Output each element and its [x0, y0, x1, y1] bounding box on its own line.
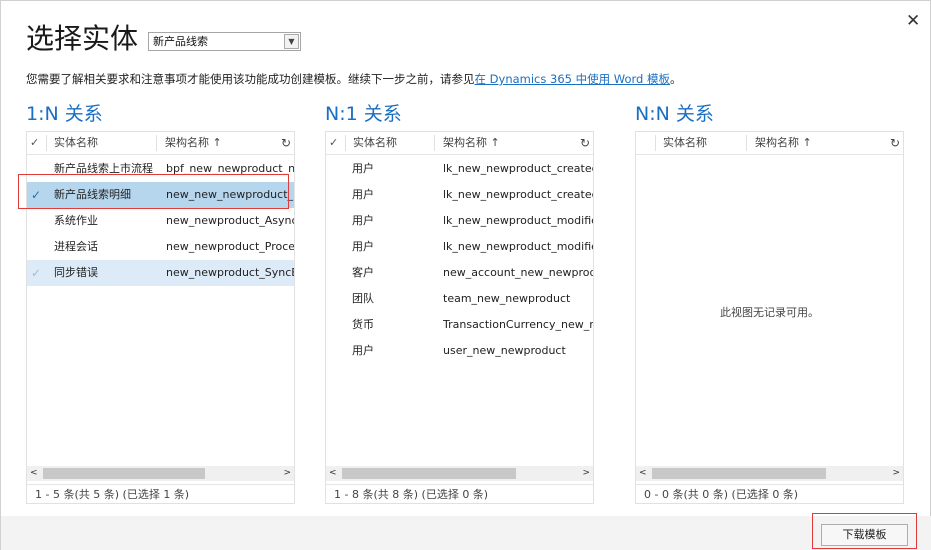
- table-row[interactable]: 用户 lk_new_newproduct_createdby: [326, 156, 593, 182]
- n-to-one-grid: ✓ 实体名称 架构名称 ↑ ↻ 用户 lk_new_newproduct_crea…: [325, 131, 594, 504]
- column-separator: [345, 135, 346, 151]
- cell-schema-name: lk_new_newproduct_createdonbe...: [443, 188, 593, 201]
- cell-schema-name: lk_new_newproduct_createdby: [443, 162, 593, 175]
- grid-header: 实体名称 架构名称 ↑ ↻: [636, 132, 903, 155]
- page-title: 选择实体: [26, 22, 139, 55]
- column-separator: [655, 135, 656, 151]
- refresh-icon[interactable]: ↻: [890, 136, 900, 150]
- cell-entity-name: 同步错误: [54, 266, 98, 279]
- table-row[interactable]: 团队 team_new_newproduct: [326, 286, 593, 312]
- cell-entity-name: 用户: [352, 162, 374, 175]
- empty-view-message: 此视图无记录可用。: [720, 306, 819, 319]
- cell-entity-name: 系统作业: [54, 214, 98, 227]
- entity-dropdown[interactable]: 新产品线索 ▼: [148, 32, 301, 51]
- column-header-entity-name[interactable]: 实体名称: [54, 136, 98, 150]
- entity-dropdown-value: 新产品线索: [153, 35, 208, 48]
- cell-schema-name: new_newproduct_AsyncOp: [166, 214, 294, 227]
- cell-schema-name: new_new_newproduct_new: [166, 188, 294, 201]
- column-separator: [434, 135, 435, 151]
- table-row[interactable]: 系统作业 new_newproduct_AsyncOp: [27, 208, 294, 234]
- cell-entity-name: 用户: [352, 214, 374, 227]
- cell-entity-name: 新产品线索上市流程: [54, 162, 153, 175]
- horizontal-scrollbar[interactable]: < >: [326, 466, 593, 481]
- scrollbar-thumb[interactable]: [43, 468, 205, 479]
- column-separator: [746, 135, 747, 151]
- one-to-n-rows: 新产品线索上市流程 bpf_new_newproduct_new_ ✓ 新产品线索明细…: [27, 156, 294, 286]
- table-row[interactable]: ✓ 新产品线索明细 new_new_newproduct_new: [27, 182, 294, 208]
- cell-entity-name: 货币: [352, 318, 374, 331]
- select-all-checkbox[interactable]: ✓: [329, 136, 338, 149]
- cell-schema-name: team_new_newproduct: [443, 292, 571, 305]
- scroll-left-icon[interactable]: <: [639, 466, 647, 481]
- grid-header: ✓ 实体名称 架构名称 ↑ ↻: [326, 132, 593, 155]
- column-header-schema-name[interactable]: 架构名称 ↑: [443, 136, 500, 150]
- cell-schema-name: bpf_new_newproduct_new_: [166, 162, 294, 175]
- record-count: 1 - 8 条(共 8 条) (已选择 0 条): [326, 484, 593, 504]
- table-row[interactable]: 货币 TransactionCurrency_new_newpr...: [326, 312, 593, 338]
- chevron-down-icon[interactable]: ▼: [284, 34, 299, 49]
- horizontal-scrollbar[interactable]: < >: [27, 466, 294, 481]
- n-to-n-grid: 实体名称 架构名称 ↑ ↻ 此视图无记录可用。 < > 0 - 0 条(共 0 …: [635, 131, 904, 504]
- table-row[interactable]: 进程会话 new_newproduct_ProcessSe: [27, 234, 294, 260]
- record-count: 0 - 0 条(共 0 条) (已选择 0 条): [636, 484, 903, 504]
- cell-schema-name: user_new_newproduct: [443, 344, 566, 357]
- column-header-entity-name[interactable]: 实体名称: [353, 136, 397, 150]
- table-row[interactable]: 用户 lk_new_newproduct_modifiedonb...: [326, 234, 593, 260]
- row-checkbox[interactable]: ✓: [31, 260, 45, 286]
- table-row[interactable]: ✓ 同步错误 new_newproduct_SyncError: [27, 260, 294, 286]
- cell-entity-name: 团队: [352, 292, 374, 305]
- horizontal-scrollbar[interactable]: < >: [636, 466, 903, 481]
- scroll-right-icon[interactable]: >: [582, 466, 590, 481]
- row-checkbox[interactable]: ✓: [31, 182, 45, 208]
- dialog-footer-bar: [1, 516, 931, 550]
- scrollbar-thumb[interactable]: [652, 468, 826, 479]
- description-suffix: 。: [670, 72, 682, 86]
- grid-header: ✓ 实体名称 架构名称 ↑ ↻: [27, 132, 294, 155]
- select-all-checkbox[interactable]: ✓: [30, 136, 39, 149]
- column-header-schema-name[interactable]: 架构名称 ↑: [165, 136, 222, 150]
- cell-schema-name: new_newproduct_ProcessSe: [166, 240, 294, 253]
- refresh-icon[interactable]: ↻: [580, 136, 590, 150]
- table-row[interactable]: 用户 lk_new_newproduct_createdonbe...: [326, 182, 593, 208]
- description-prefix: 您需要了解相关要求和注意事项才能使用该功能成功创建模板。继续下一步之前，请参见: [26, 72, 475, 86]
- n-to-one-rows: 用户 lk_new_newproduct_createdby 用户 lk_new_ne…: [326, 156, 593, 364]
- close-icon[interactable]: ✕: [906, 11, 920, 31]
- scrollbar-thumb[interactable]: [342, 468, 516, 479]
- description-text: 您需要了解相关要求和注意事项才能使用该功能成功创建模板。继续下一步之前，请参见在…: [26, 71, 682, 87]
- scroll-left-icon[interactable]: <: [329, 466, 337, 481]
- one-to-n-title: 1:N 关系: [26, 103, 103, 125]
- scroll-right-icon[interactable]: >: [283, 466, 291, 481]
- cell-schema-name: lk_new_newproduct_modifiedby: [443, 214, 593, 227]
- table-row[interactable]: 新产品线索上市流程 bpf_new_newproduct_new_: [27, 156, 294, 182]
- n-to-n-title: N:N 关系: [635, 103, 714, 125]
- cell-entity-name: 新产品线索明细: [54, 188, 131, 201]
- word-template-help-link[interactable]: 在 Dynamics 365 中使用 Word 模板: [475, 72, 671, 86]
- column-separator: [156, 135, 157, 151]
- table-row[interactable]: 客户 new_account_new_newproduct_n...: [326, 260, 593, 286]
- one-to-n-grid: ✓ 实体名称 架构名称 ↑ ↻ 新产品线索上市流程 bpf_new_newprod…: [26, 131, 295, 504]
- select-entity-dialog: ✕ 选择实体 新产品线索 ▼ 您需要了解相关要求和注意事项才能使用该功能成功创建…: [0, 0, 931, 550]
- cell-entity-name: 用户: [352, 240, 374, 253]
- scroll-right-icon[interactable]: >: [892, 466, 900, 481]
- table-row[interactable]: 用户 user_new_newproduct: [326, 338, 593, 364]
- record-count: 1 - 5 条(共 5 条) (已选择 1 条): [27, 484, 294, 504]
- n-to-one-title: N:1 关系: [325, 103, 402, 125]
- scroll-left-icon[interactable]: <: [30, 466, 38, 481]
- cell-entity-name: 进程会话: [54, 240, 98, 253]
- cell-schema-name: new_newproduct_SyncError: [166, 266, 294, 279]
- cell-schema-name: TransactionCurrency_new_newpr...: [443, 318, 593, 331]
- download-template-button[interactable]: 下载模板: [821, 524, 908, 546]
- table-row[interactable]: 用户 lk_new_newproduct_modifiedby: [326, 208, 593, 234]
- cell-entity-name: 用户: [352, 344, 374, 357]
- column-header-entity-name[interactable]: 实体名称: [663, 136, 707, 150]
- cell-entity-name: 用户: [352, 188, 374, 201]
- cell-entity-name: 客户: [352, 266, 374, 279]
- refresh-icon[interactable]: ↻: [281, 136, 291, 150]
- column-header-schema-name[interactable]: 架构名称 ↑: [755, 136, 812, 150]
- cell-schema-name: new_account_new_newproduct_n...: [443, 266, 593, 279]
- column-separator: [46, 135, 47, 151]
- cell-schema-name: lk_new_newproduct_modifiedonb...: [443, 240, 593, 253]
